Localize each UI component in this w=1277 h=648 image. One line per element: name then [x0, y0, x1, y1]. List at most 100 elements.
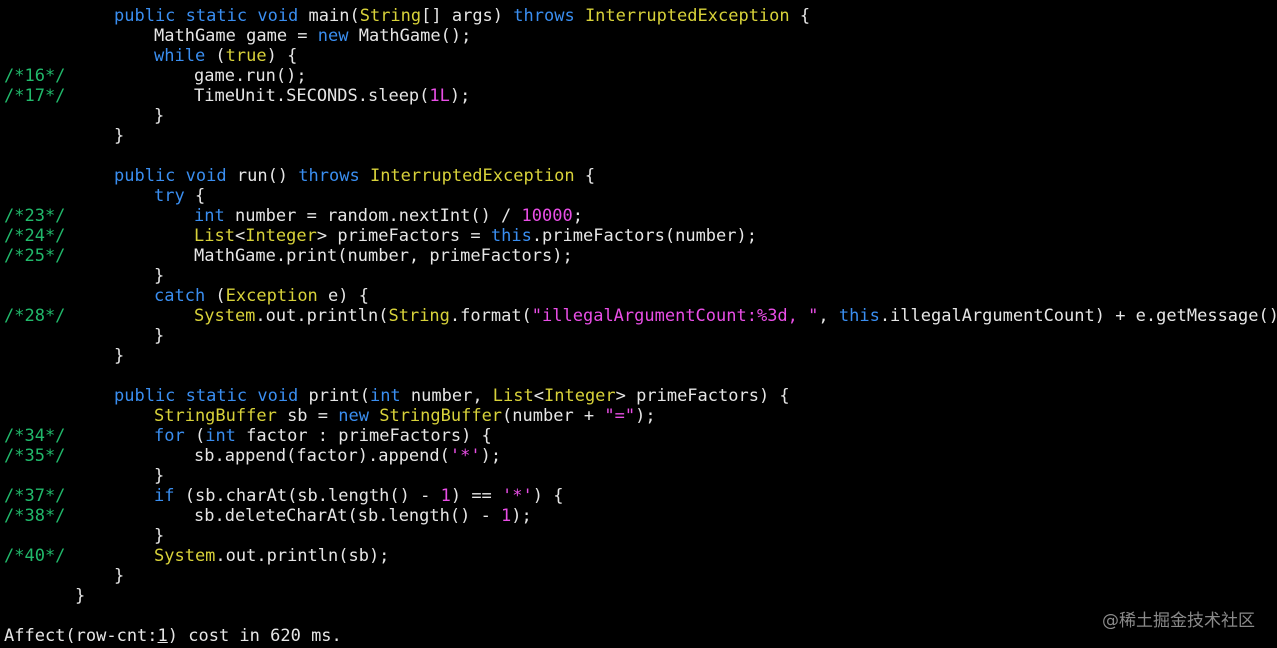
code-token: ( [184, 426, 206, 446]
code-token: ); [635, 406, 656, 426]
code-token: true [225, 46, 267, 66]
code-token: while [154, 46, 206, 66]
code-token: } [114, 566, 125, 586]
code-token: sb.deleteCharAt(sb.length() - [194, 506, 502, 526]
code-text: try { [154, 186, 205, 206]
code-token: Exception [225, 286, 318, 306]
code-token: throws [513, 6, 575, 26]
code-token: System [154, 546, 216, 566]
code-token: this [490, 226, 532, 246]
code-token: (number + [502, 406, 605, 426]
code-token: static [185, 6, 248, 26]
code-token: "=" [604, 406, 636, 426]
code-token: MathGame(); [348, 26, 472, 46]
code-token: int [205, 426, 236, 446]
code-token: int [369, 386, 401, 406]
line-number-comment: /*35*/ [4, 446, 66, 466]
code-token: { [574, 166, 596, 186]
line-number-comment: /*37*/ [4, 486, 66, 506]
code-token: e) { [317, 286, 369, 306]
code-token: System [194, 306, 256, 326]
command-result-line: Affect(row-cnt:1) cost in 620 ms. [4, 626, 342, 646]
code-text: } [114, 346, 124, 366]
code-token: ; [572, 206, 583, 226]
line-number-comment: /*34*/ [4, 426, 66, 446]
code-token: void [185, 166, 227, 186]
code-token: void [257, 6, 299, 26]
code-text: if (sb.charAt(sb.length() - 1) == '*') { [154, 486, 563, 506]
code-text: } [154, 106, 164, 126]
code-token: catch [154, 286, 206, 306]
code-token: ) { [532, 486, 564, 506]
code-token: ); [511, 506, 532, 526]
code-text: } [154, 466, 164, 486]
code-token: > primeFactors = [316, 226, 491, 246]
code-token: < [234, 226, 246, 246]
code-token: for [154, 426, 185, 446]
code-text: while (true) { [154, 46, 297, 66]
code-token: this [838, 306, 880, 326]
code-token: (sb.charAt(sb.length() - [174, 486, 441, 506]
code-token: StringBuffer [154, 406, 277, 426]
code-token: public [114, 386, 176, 406]
code-token: InterruptedException [584, 6, 790, 26]
code-token: .out.println( [255, 306, 389, 326]
code-token: number, [400, 386, 493, 406]
code-token: List [194, 226, 235, 246]
code-token: String [388, 306, 450, 326]
code-token: ); [480, 446, 502, 466]
code-token: ( [205, 286, 226, 306]
code-token: { [789, 6, 811, 26]
line-number-comment: /*16*/ [4, 66, 66, 86]
line-number-comment: /*38*/ [4, 506, 66, 526]
code-text: public static void main(String[] args) t… [114, 6, 810, 26]
code-text: } [154, 326, 164, 346]
code-token: .primeFactors(number); [531, 226, 757, 246]
code-token: try [154, 186, 185, 206]
code-token: game.run(); [194, 66, 307, 86]
code-token: new [317, 26, 349, 46]
code-token: Integer [544, 386, 616, 406]
line-number-comment: /*25*/ [4, 246, 66, 266]
code-token: > primeFactors) { [615, 386, 790, 406]
code-token: .format( [449, 306, 532, 326]
code-token: } [154, 466, 165, 486]
code-token: public [114, 166, 176, 186]
code-token: 1 [440, 486, 451, 506]
code-token: '*' [502, 486, 533, 506]
code-token: MathGame.print(number, primeFactors); [194, 246, 573, 266]
code-token: { [184, 186, 206, 206]
code-token: , [818, 306, 839, 326]
code-text: } [114, 566, 124, 586]
code-token: InterruptedException [369, 166, 575, 186]
line-number-comment: /*17*/ [4, 86, 66, 106]
code-token: sb = [276, 406, 339, 426]
code-text: public static void print(int number, Lis… [114, 386, 790, 406]
code-token: run() [226, 166, 299, 186]
code-token: MathGame game = [154, 26, 318, 46]
code-text: System.out.println(String.format("illega… [194, 306, 1277, 326]
code-text: StringBuffer sb = new StringBuffer(numbe… [154, 406, 656, 426]
code-token: .illegalArgumentCount) + e.getMessage())… [879, 306, 1277, 326]
code-token: number = random.nextInt() / [224, 206, 522, 226]
terminal-window[interactable]: public static void main(String[] args) t… [0, 0, 1277, 648]
code-text: MathGame.print(number, primeFactors); [194, 246, 573, 266]
code-text: List<Integer> primeFactors = this.primeF… [194, 226, 757, 246]
code-token: '*' [449, 446, 481, 466]
line-number-comment: /*28*/ [4, 306, 66, 326]
code-token: ); [449, 86, 471, 106]
code-token: ) { [266, 46, 298, 66]
code-token: TimeUnit.SECONDS.sleep( [194, 86, 430, 106]
code-text: game.run(); [194, 66, 307, 86]
code-token: "illegalArgumentCount:%3d, " [531, 306, 819, 326]
code-token: sb.append(factor).append( [194, 446, 450, 466]
code-text: sb.append(factor).append('*'); [194, 446, 501, 466]
status-text-after: ) cost in 620 ms. [167, 626, 342, 646]
code-token: new [338, 406, 369, 426]
